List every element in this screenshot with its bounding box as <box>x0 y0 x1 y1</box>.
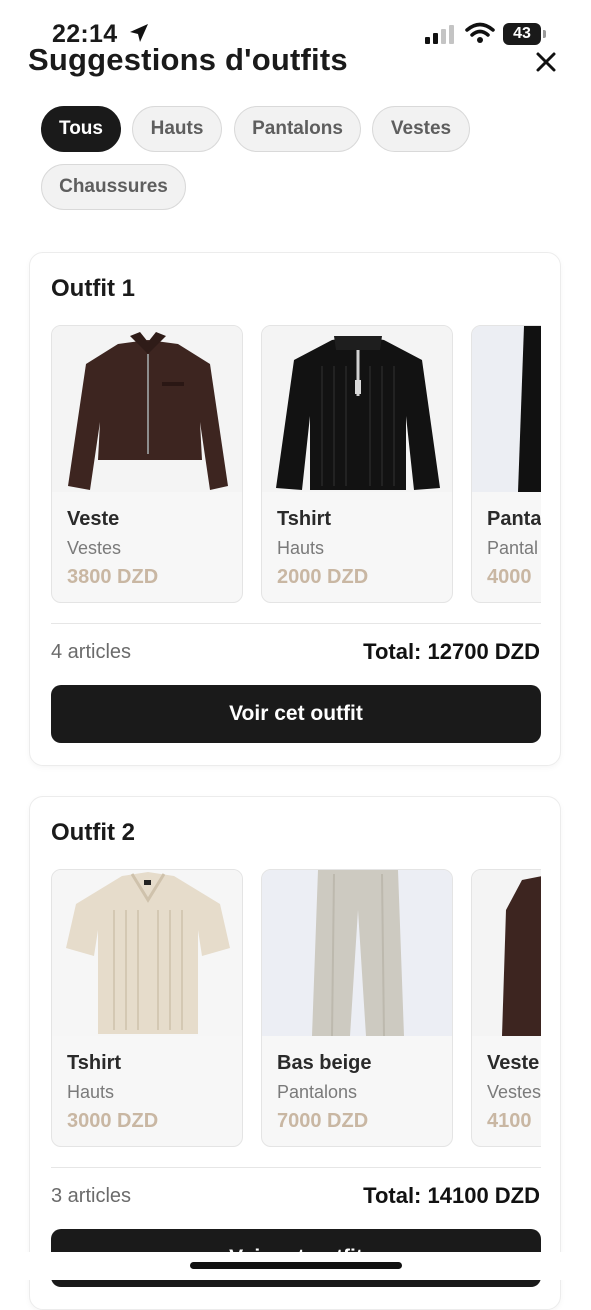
outfit-items-carousel[interactable]: Tshirt Hauts 3000 DZD Bas beige Pantalon… <box>51 869 541 1147</box>
item-name: Veste <box>67 508 120 530</box>
black-sweater-image <box>262 326 452 492</box>
item-category: Hauts <box>67 1082 115 1102</box>
divider <box>51 623 541 624</box>
outfit-total: Total: 12700 DZD <box>363 639 540 664</box>
outfit-item-card[interactable]: Veste Vestes 3800 DZD <box>51 325 243 603</box>
outfit-item-card[interactable]: Tshirt Hauts 3000 DZD <box>51 869 243 1147</box>
item-price: 7000 DZD <box>277 1110 369 1132</box>
item-name: Panta <box>487 508 541 530</box>
outfit-item-card[interactable]: Tshirt Hauts 2000 DZD <box>261 325 453 603</box>
outfit-total: Total: 14100 DZD <box>363 1183 540 1208</box>
battery-cap <box>543 30 546 38</box>
filter-chip-tous[interactable]: Tous <box>41 106 121 152</box>
item-name: Veste <box>487 1052 540 1074</box>
item-category: Vestes <box>487 1082 541 1102</box>
outfit-title: Outfit 2 <box>51 819 135 846</box>
view-outfit-button[interactable]: Voir cet outfit <box>51 685 541 743</box>
page-title: Suggestions d'outfits <box>28 42 348 77</box>
item-name: Tshirt <box>277 508 332 530</box>
beige-polo-image <box>52 870 242 1036</box>
location-arrow-icon <box>130 24 148 42</box>
item-price: 4100 <box>487 1110 532 1132</box>
item-price: 2000 DZD <box>277 566 369 588</box>
cellular-signal-icon <box>425 25 454 44</box>
filter-chip-hauts[interactable]: Hauts <box>132 106 222 152</box>
black-pants-image <box>472 326 541 492</box>
outfit-items-carousel[interactable]: Veste Vestes 3800 DZD Tshirt Hauts 2000 … <box>51 325 541 603</box>
outfit-item-card[interactable]: Veste Vestes 4100 <box>471 869 541 1147</box>
item-count: 3 articles <box>51 1185 132 1207</box>
outfit-title: Outfit 1 <box>51 275 135 302</box>
home-indicator[interactable] <box>190 1262 402 1269</box>
item-price: 3800 DZD <box>67 566 159 588</box>
beige-pants-image <box>262 870 452 1036</box>
filter-chip-pantalons[interactable]: Pantalons <box>234 106 361 152</box>
item-name: Tshirt <box>67 1052 122 1074</box>
outfit-item-card[interactable]: Bas beige Pantalons 7000 DZD <box>261 869 453 1147</box>
divider <box>51 1167 541 1168</box>
item-price: 4000 <box>487 566 532 588</box>
filter-chip-chaussures[interactable]: Chaussures <box>41 164 186 210</box>
filter-chip-vestes[interactable]: Vestes <box>372 106 470 152</box>
close-icon[interactable] <box>530 46 562 78</box>
outfit-card: Outfit 2 Tshirt Hauts 3000 DZD Bas beige… <box>29 796 561 1310</box>
item-count: 4 articles <box>51 641 132 663</box>
item-name: Bas beige <box>277 1052 372 1074</box>
item-category: Vestes <box>67 538 122 558</box>
wifi-icon <box>465 22 495 43</box>
brown-jacket-image <box>472 870 541 1036</box>
item-price: 3000 DZD <box>67 1110 159 1132</box>
brown-jacket-image <box>52 326 242 492</box>
item-category: Hauts <box>277 538 325 558</box>
item-category: Pantalons <box>277 1082 358 1102</box>
item-category: Pantal <box>487 538 539 558</box>
battery-icon: 43 <box>503 23 541 45</box>
outfit-item-card[interactable]: Panta Pantal 4000 <box>471 325 541 603</box>
outfit-card: Outfit 1 Veste Vestes 3800 DZD Tshirt Ha… <box>29 252 561 766</box>
